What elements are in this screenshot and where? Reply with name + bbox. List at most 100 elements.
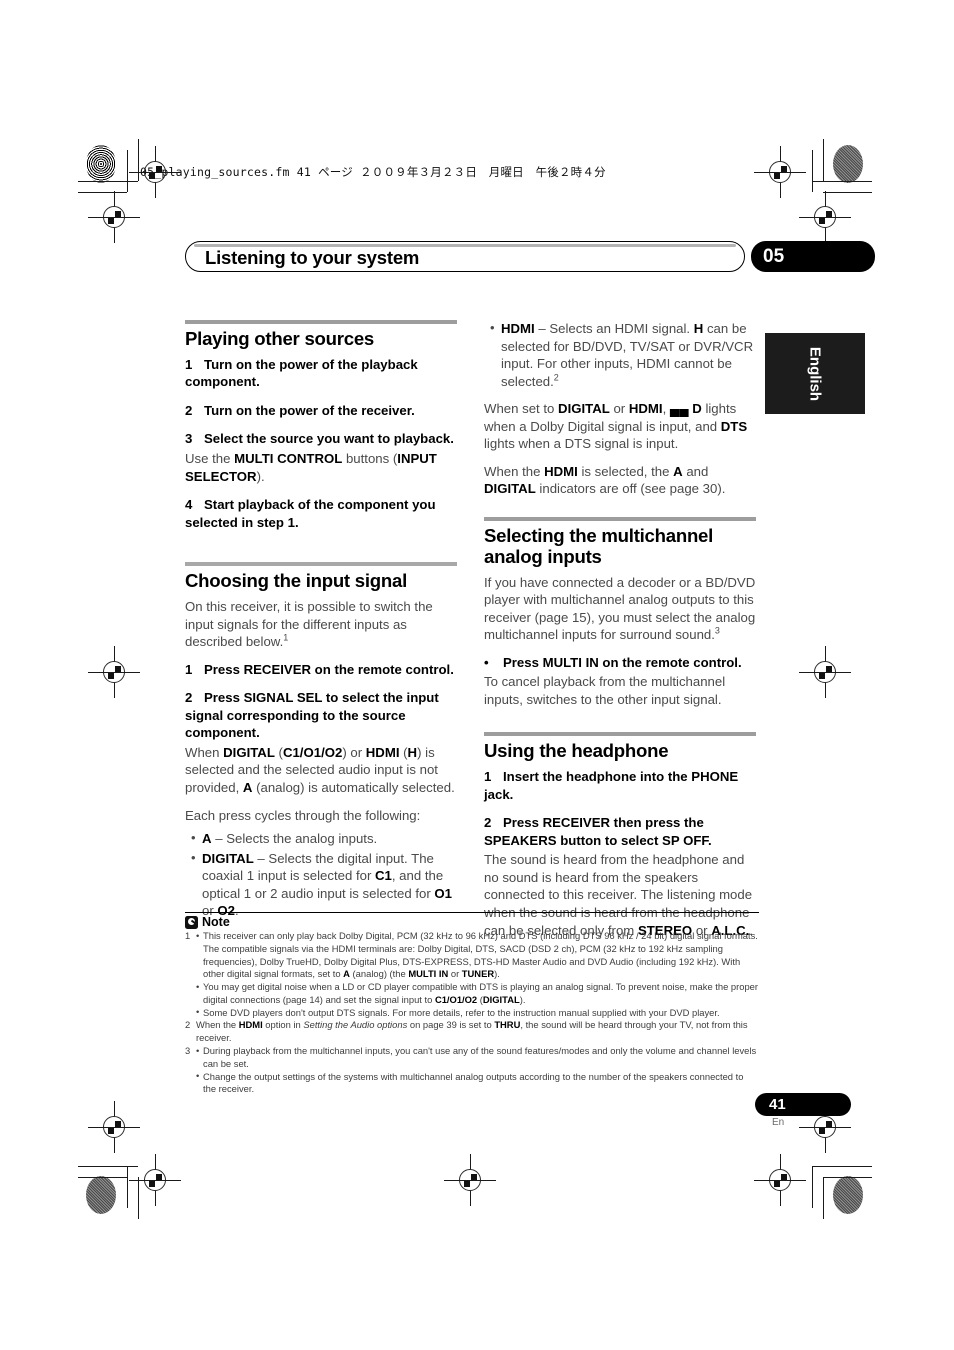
step-item: 1 Press RECEIVER on the remote control. <box>185 661 457 679</box>
text-fragment: On this receiver, it is possible to swit… <box>185 599 433 650</box>
crop-mark-line <box>812 1166 813 1208</box>
page-title: Listening to your system <box>205 247 420 268</box>
section-divider <box>185 562 457 567</box>
step-text: Press MULTI IN on the remote control. <box>503 654 742 670</box>
control-name-digital: DIGITAL <box>482 993 520 1005</box>
control-name-hdmi: HDMI <box>628 401 663 417</box>
reference-title: Setting the Audio options <box>303 1019 408 1031</box>
value-o1: O1 <box>434 885 452 901</box>
step-text: Turn on the power of the receiver. <box>204 402 415 418</box>
registration-mark <box>129 1154 181 1206</box>
text-fragment: lights when a DTS signal is input. <box>484 436 679 452</box>
footnote-body: During playback from the multichannel in… <box>196 1045 759 1096</box>
control-name-hdmi: HDMI <box>544 463 578 479</box>
value-a: A <box>673 463 683 479</box>
text-fragment: indicators are off (see page 30). <box>535 481 726 497</box>
footnote-ref-3: 3 <box>714 625 720 636</box>
text-fragment: ). <box>256 468 265 484</box>
footnote-line: Change the output settings of the system… <box>196 1070 759 1097</box>
step-number: 1 <box>185 356 193 372</box>
note-icon <box>185 915 198 929</box>
crop-mark-line <box>812 181 872 182</box>
step-number: 1 <box>484 769 492 785</box>
text-fragment: When the <box>484 463 545 479</box>
text-fragment: ( <box>274 744 283 760</box>
text-fragment: – Selects an HDMI signal. <box>534 321 694 336</box>
value-a: A <box>202 831 212 847</box>
footnote-body: When the HDMI option in Setting the Audi… <box>196 1019 759 1045</box>
value-c1: C1 <box>375 868 392 884</box>
section-intro-paragraph: If you have connected a decoder or a BD/… <box>484 574 756 644</box>
crop-mark-line <box>78 1166 138 1167</box>
density-patch-top-right <box>833 145 863 183</box>
page-number: 41 <box>769 1096 786 1113</box>
step-number: 1 <box>185 661 193 677</box>
step-item: • Press MULTI IN on the remote control. <box>484 654 756 672</box>
dolby-d-logo-glyph: ▄▄ D <box>669 401 702 417</box>
control-name-digital: DIGITAL <box>223 744 275 760</box>
value-c1-o1-o2: C1/O1/O2 <box>434 993 478 1005</box>
paragraph-hdmi-selected: When the HDMI is selected, the A and DIG… <box>484 463 756 498</box>
text-fragment: Use the <box>185 451 235 466</box>
control-name-hdmi: HDMI <box>365 744 400 760</box>
text-fragment: When set to <box>484 401 559 417</box>
control-name-hdmi: HDMI <box>501 321 535 336</box>
step-item: 2 Press SIGNAL SEL to select the input si… <box>185 689 457 742</box>
step-number: 2 <box>484 815 492 831</box>
section-intro-paragraph: On this receiver, it is possible to swit… <box>185 598 457 651</box>
registration-mark <box>444 1154 496 1206</box>
registration-mark <box>88 646 140 698</box>
list-item: A – Selects the analog inputs. <box>191 829 457 848</box>
crop-mark-line <box>812 1166 872 1167</box>
value-h: H <box>407 744 418 760</box>
step-number: 4 <box>185 497 193 513</box>
note-label: Note <box>202 915 230 929</box>
registration-mark <box>799 646 851 698</box>
density-patch-bottom-left <box>86 1176 116 1214</box>
page-language-code: En <box>772 1117 785 1128</box>
registration-mark <box>754 146 806 198</box>
step-item: 4 Start playback of the component you sel… <box>185 496 457 531</box>
crop-mark-line <box>127 150 128 192</box>
step-item: 2 Press RECEIVER then press the SPEAKERS … <box>484 814 756 849</box>
value-a: A <box>343 968 350 980</box>
registration-mark <box>88 191 140 243</box>
section-heading-playing-other-sources: Playing other sources <box>185 328 375 349</box>
step-number: 3 <box>185 431 193 447</box>
step-text: Press SIGNAL SEL to select the input sig… <box>185 690 439 741</box>
control-name-multi-in: MULTI IN <box>408 968 449 980</box>
footnote-line: Some DVD players don't output DTS signal… <box>196 1006 759 1020</box>
input-signal-bullet-list: A – Selects the analog inputs. DIGITAL –… <box>185 829 457 920</box>
crop-mark-line <box>823 1177 824 1219</box>
footnote-ref-2: 2 <box>553 372 559 383</box>
step-text: Insert the headphone into the PHONE jack… <box>484 769 739 802</box>
step-detail: Use the MULTI CONTROL buttons (INPUT SEL… <box>185 450 457 485</box>
control-name-tuner: TUNER <box>461 968 495 980</box>
crop-mark-line <box>812 150 813 192</box>
text-fragment: and <box>682 463 709 479</box>
paragraph-dolby-indicator: When set to DIGITAL or HDMI, ▄▄ D lights… <box>484 400 756 453</box>
step-detail: To cancel playback from the multichannel… <box>484 674 726 707</box>
crop-mark-line <box>138 139 139 181</box>
text-fragment: (analog) (the <box>349 968 409 980</box>
section-divider <box>484 732 756 737</box>
step-text: Press RECEIVER then press the SPEAKERS b… <box>484 815 712 848</box>
section-heading-using-headphone: Using the headphone <box>484 740 669 762</box>
text-fragment: , <box>662 401 670 417</box>
text-fragment: or <box>609 401 629 417</box>
footnote-body: This receiver can only play back Dolby D… <box>196 929 759 1020</box>
chapter-number: 05 <box>763 246 785 267</box>
bullet-marker: • <box>484 654 489 670</box>
step-text: Select the source you want to playback. <box>204 431 454 447</box>
control-name-digital: DIGITAL <box>558 401 610 417</box>
footnote-list: 1 This receiver can only play back Dolby… <box>185 929 759 1096</box>
value-c1-o1-o2: C1/O1/O2 <box>282 744 343 760</box>
section-divider <box>484 516 756 521</box>
text-fragment: When <box>185 744 224 760</box>
hdmi-bullet-list: HDMI – Selects an HDMI signal. H can be … <box>484 319 756 390</box>
registration-mark <box>88 1101 140 1153</box>
control-name-digital: DIGITAL <box>484 481 536 497</box>
step-number: 2 <box>185 402 193 418</box>
step-text: Press RECEIVER on the remote control. <box>204 661 454 677</box>
density-patch-top-left <box>86 145 116 183</box>
